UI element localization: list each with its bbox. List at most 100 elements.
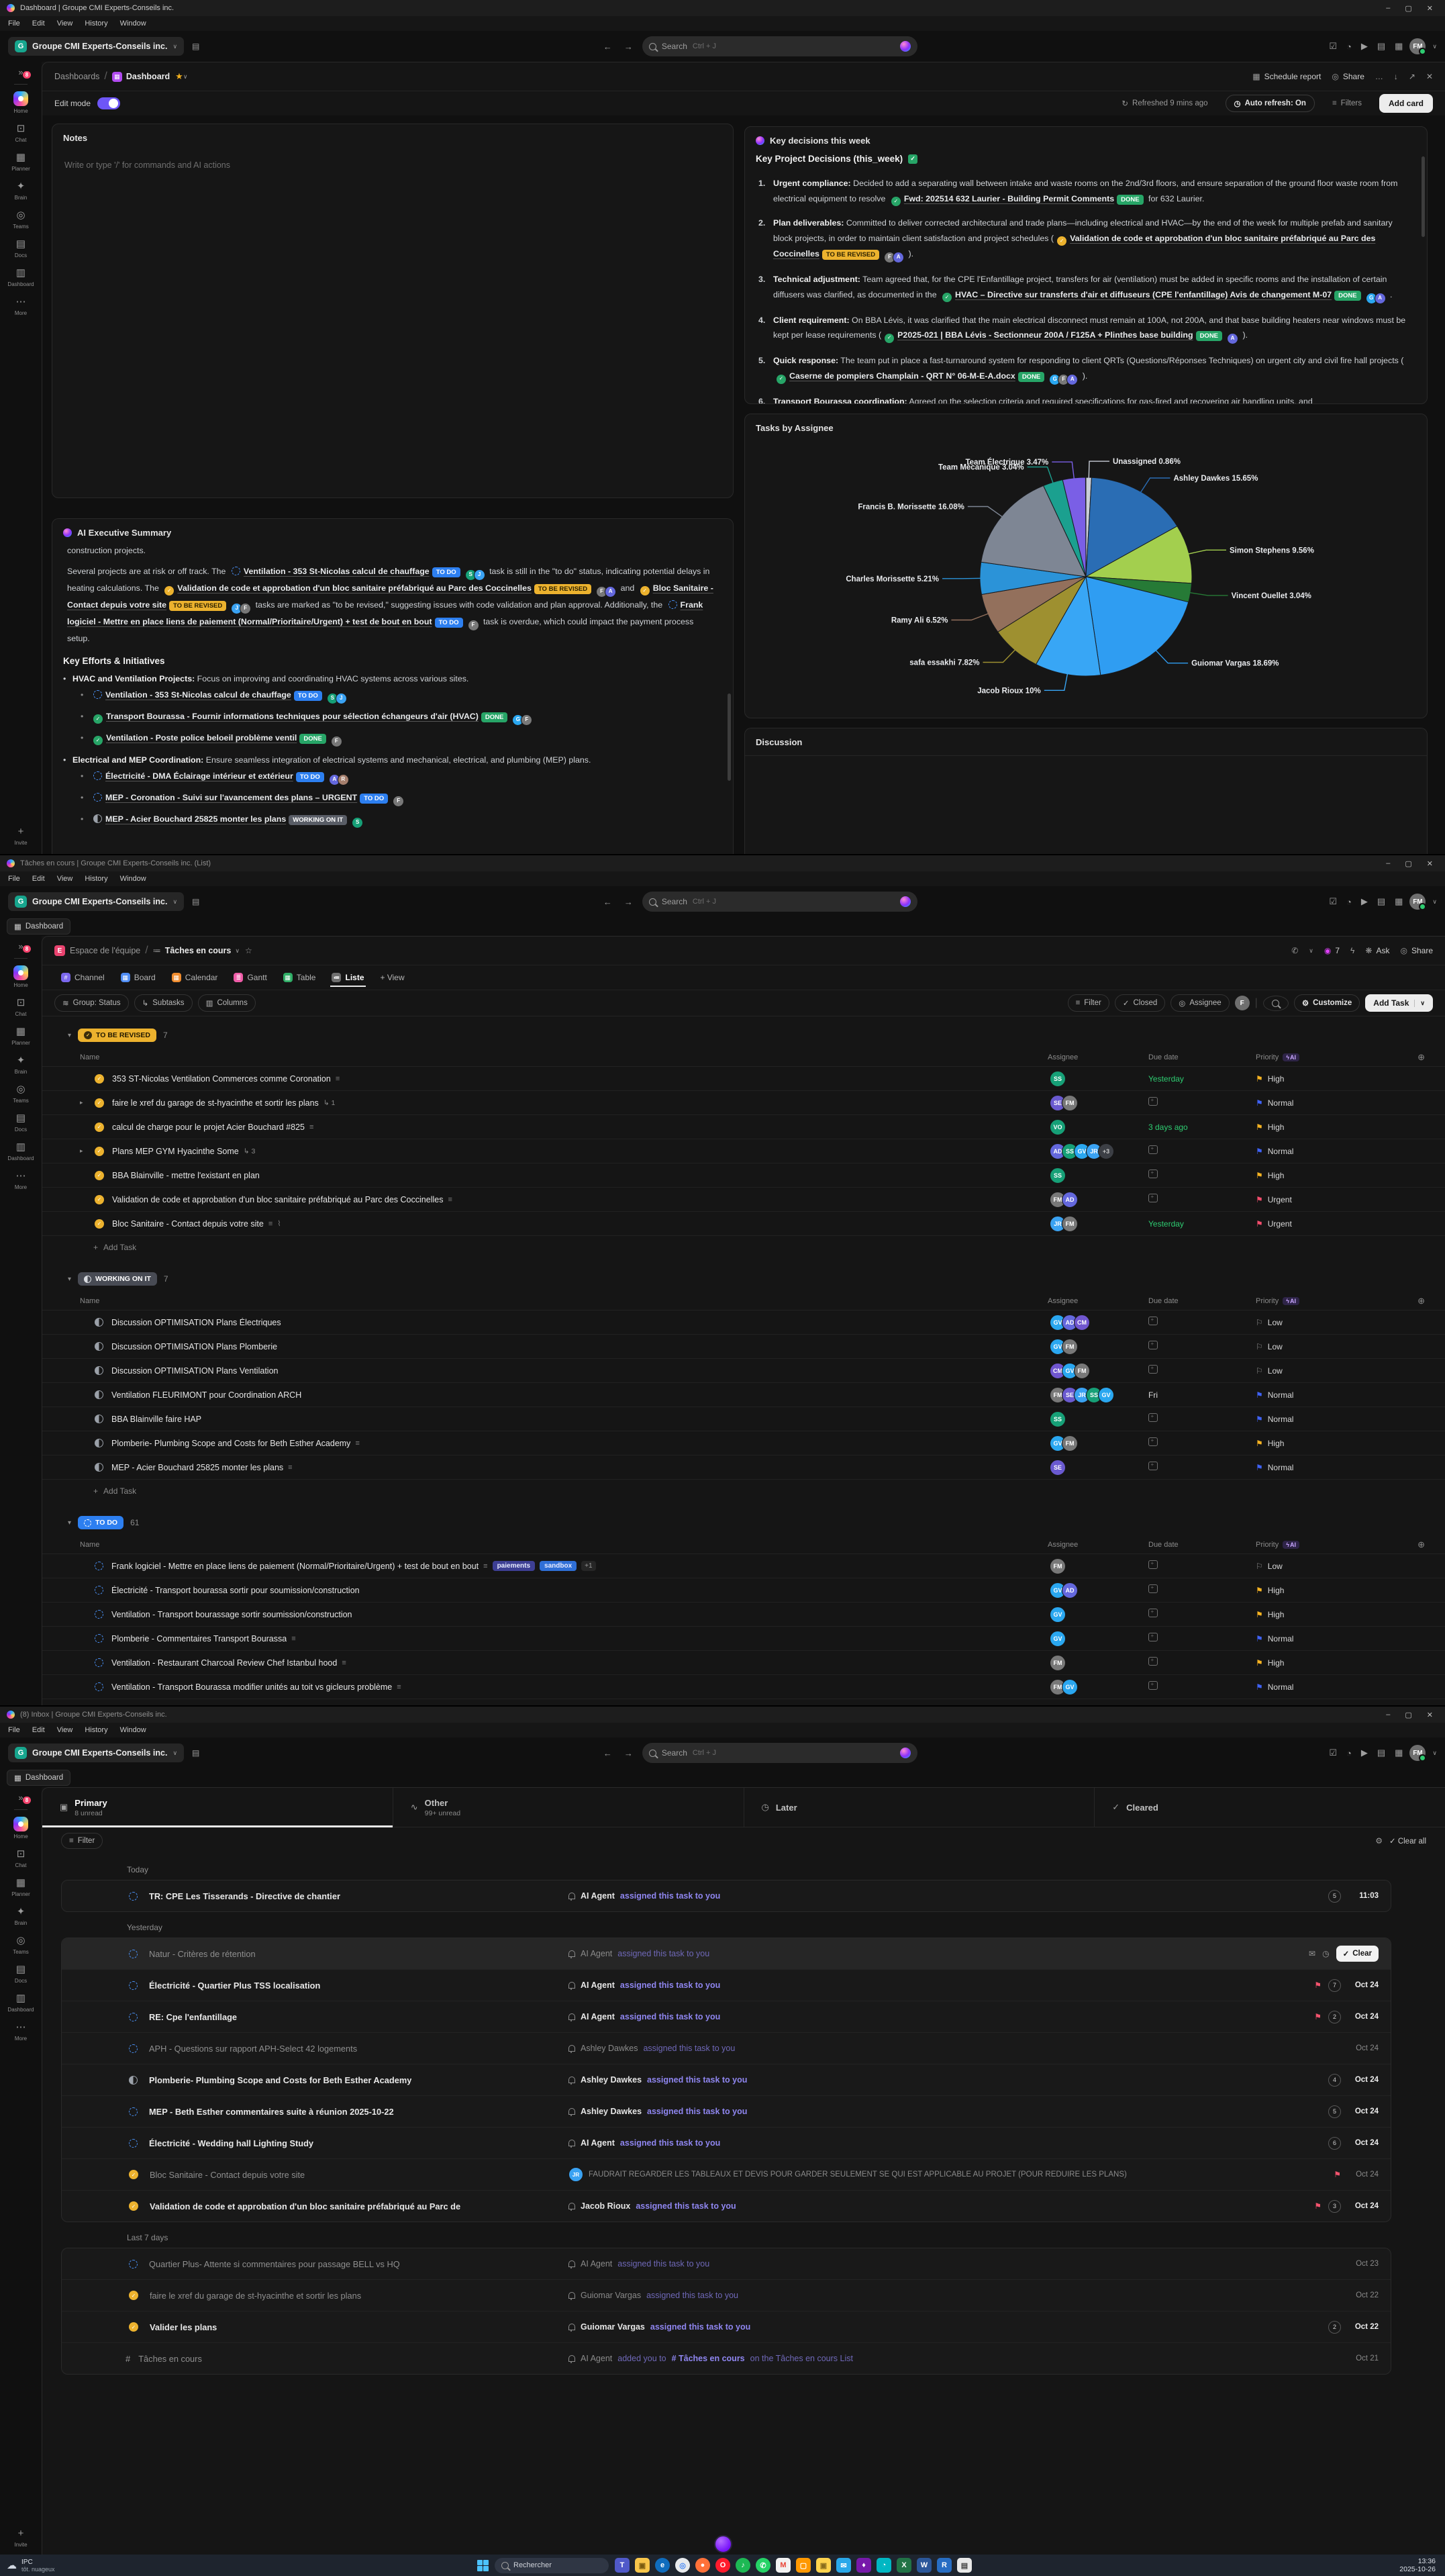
taskbar-app-13[interactable]: ♦ (856, 2558, 871, 2573)
download-icon[interactable]: ↓ (1394, 72, 1398, 81)
task-name[interactable]: Plans MEP GYM Hyacinthe Some (112, 1147, 239, 1156)
task-row[interactable]: Discussion OPTIMISATION Plans PlomberieG… (42, 1335, 1445, 1359)
column-assignee[interactable]: Assignee (1048, 1053, 1148, 1061)
doc-icon[interactable]: ▤ (1377, 41, 1385, 52)
sidebar-item-home[interactable]: 8Home (2, 91, 40, 114)
notification-title[interactable]: Natur - Critères de rétention (149, 1949, 256, 1959)
automation-icon[interactable]: ϟ (1350, 946, 1354, 955)
column-assignee[interactable]: Assignee (1048, 1297, 1148, 1305)
add-column-icon[interactable]: ⊕ (1378, 1296, 1425, 1306)
tab-dashboard[interactable]: ▦Dashboard (7, 918, 70, 935)
taskbar-app-12[interactable]: ✉ (836, 2558, 851, 2573)
toolbar-closed[interactable]: ✓Closed (1115, 994, 1165, 1012)
taskbar-app-14[interactable]: ◔ (877, 2558, 891, 2573)
tag-more[interactable]: +1 (581, 1561, 595, 1571)
task-name[interactable]: Discussion OPTIMISATION Plans Électrique… (111, 1318, 281, 1327)
column-name[interactable]: Name (80, 1053, 1048, 1061)
priority-label[interactable]: High (1268, 1610, 1285, 1619)
ai-floating-button[interactable] (714, 2535, 732, 2553)
back-icon[interactable]: ← (603, 42, 612, 52)
add-view-button[interactable]: + View (374, 969, 411, 986)
notification-title[interactable]: Validation de code et approbation d'un b… (150, 2201, 460, 2211)
taskbar-clock[interactable]: 13:36 2025-10-26 (1301, 2557, 1445, 2573)
chevron-down-icon[interactable]: ∨ (183, 73, 188, 81)
avatar[interactable]: FM (1409, 894, 1426, 910)
back-icon[interactable]: ← (603, 897, 612, 907)
inbox-tab-later[interactable]: ◷Later (744, 1788, 1095, 1827)
filter-button[interactable]: ≡Filter (61, 1833, 103, 1849)
taskbar-app-17[interactable]: R (937, 2558, 952, 2573)
share-button[interactable]: ◎Share (1400, 946, 1433, 955)
task-row[interactable]: ✓calcul de charge pour le projet Acier B… (42, 1115, 1445, 1139)
task-row[interactable]: ✓Bloc Sanitaire - Contact depuis votre s… (42, 1212, 1445, 1236)
menu-edit[interactable]: Edit (32, 19, 45, 28)
inbox-tab-cleared[interactable]: ✓Cleared (1095, 1788, 1445, 1827)
task-link[interactable]: Électricité - DMA Éclairage intérieur et… (105, 771, 293, 781)
sidebar-item-dashboard[interactable]: ▥Dashboard (2, 1993, 40, 2013)
effort-task[interactable]: Électricité - DMA Éclairage intérieur et… (90, 769, 718, 785)
task-name[interactable]: Validation de code et approbation d'un b… (112, 1195, 443, 1204)
ai-agent-badge[interactable]: ◉7 (1324, 946, 1340, 955)
status-badge[interactable]: ✓TO BE REVISED (78, 1029, 156, 1042)
tag-sandbox[interactable]: sandbox (540, 1561, 577, 1571)
filters-button[interactable]: ≡Filters (1324, 96, 1370, 111)
task-row[interactable]: Discussion OPTIMISATION Plans Ventilatio… (42, 1359, 1445, 1383)
task-link[interactable]: MEP - Acier Bouchard 25825 monter les pl… (105, 814, 286, 824)
toolbar-subtasks[interactable]: ↳Subtasks (134, 994, 193, 1012)
notes-placeholder[interactable]: Write or type '/' for commands and AI ac… (52, 148, 733, 182)
task-link[interactable]: HVAC – Directive sur transferts d'air et… (955, 290, 1332, 299)
task-icon[interactable]: ☑ (1329, 41, 1337, 52)
menu-file[interactable]: File (8, 19, 20, 28)
clipboard-icon[interactable]: ▤ (192, 897, 199, 906)
task-link[interactable]: Caserne de pompiers Champlain - QRT N° 0… (789, 371, 1015, 381)
add-column-icon[interactable]: ⊕ (1378, 1539, 1425, 1550)
clear-all-button[interactable]: ✓ Clear all (1389, 1836, 1426, 1846)
sidebar-item-more[interactable]: ⋯More (2, 296, 40, 316)
calendar-add-icon[interactable] (1148, 1194, 1158, 1202)
priority-label[interactable]: High (1268, 1123, 1285, 1132)
notification-title[interactable]: Tâches en cours (138, 2354, 202, 2364)
close-button[interactable]: ✕ (1427, 1711, 1433, 1719)
menu-view[interactable]: View (57, 1726, 73, 1734)
chart-icon[interactable]: ▦ (1395, 1748, 1403, 1758)
sidebar-item-planner[interactable]: ▦Planner (2, 1026, 40, 1046)
view-tab-liste[interactable]: ≔Liste (325, 969, 370, 986)
task-name[interactable]: Ventilation FLEURIMONT pour Coordination… (111, 1390, 301, 1400)
priority-label[interactable]: Urgent (1268, 1195, 1292, 1204)
inbox-tab-primary[interactable]: ▣Primary8 unread (42, 1788, 393, 1827)
minimize-button[interactable]: – (1386, 4, 1390, 13)
calendar-add-icon[interactable] (1148, 1462, 1158, 1470)
calendar-add-icon[interactable] (1148, 1413, 1158, 1422)
column-priority[interactable]: PriorityAI (1256, 1541, 1378, 1549)
add-card-button[interactable]: Add card (1379, 94, 1433, 113)
sidebar-item-home[interactable]: 8Home (2, 1817, 40, 1840)
task-name[interactable]: faire le xref du garage de st-hyacinthe … (112, 1098, 319, 1108)
schedule-report-button[interactable]: ▦Schedule report (1252, 72, 1321, 81)
breadcrumb-space[interactable]: Espace de l'équipe (70, 946, 140, 955)
ask-button[interactable]: ❋Ask (1365, 946, 1389, 955)
calendar-add-icon[interactable] (1148, 1097, 1158, 1106)
calendar-add-icon[interactable] (1148, 1681, 1158, 1690)
clip-icon[interactable]: ▶ (1361, 1748, 1368, 1758)
forward-icon[interactable]: → (624, 897, 633, 907)
column-due-date[interactable]: Due date (1148, 1541, 1256, 1549)
task-name[interactable]: Discussion OPTIMISATION Plans Ventilatio… (111, 1366, 278, 1376)
add-task-button[interactable]: Add Task∨ (1365, 994, 1433, 1012)
due-date[interactable]: Yesterday (1148, 1219, 1184, 1229)
chart-icon[interactable]: ▦ (1395, 896, 1403, 907)
taskbar-app-8[interactable]: ✆ (756, 2558, 770, 2573)
taskbar-app-16[interactable]: W (917, 2558, 932, 2573)
status-badge[interactable]: WORKING ON IT (78, 1272, 157, 1286)
due-date[interactable]: Yesterday (1148, 1074, 1184, 1084)
sidebar-item-docs[interactable]: ▤Docs (2, 1964, 40, 1984)
clip-icon[interactable]: ▶ (1361, 896, 1368, 907)
notification-row[interactable]: RE: Cpe l'enfantillageAI Agentassigned t… (62, 2001, 1391, 2033)
close-button[interactable]: ✕ (1427, 4, 1433, 13)
notification-title[interactable]: Plomberie- Plumbing Scope and Costs for … (149, 2075, 411, 2085)
snooze-icon[interactable]: ◷ (1322, 1949, 1329, 1958)
task-row[interactable]: Discussion OPTIMISATION Plans Électrique… (42, 1310, 1445, 1335)
collapse-icon[interactable]: ▾ (68, 1032, 71, 1039)
toolbar-columns[interactable]: ▥Columns (198, 994, 256, 1012)
taskbar-search[interactable]: Rechercher (495, 2558, 609, 2573)
notification-title[interactable]: Valider les plans (150, 2322, 217, 2332)
